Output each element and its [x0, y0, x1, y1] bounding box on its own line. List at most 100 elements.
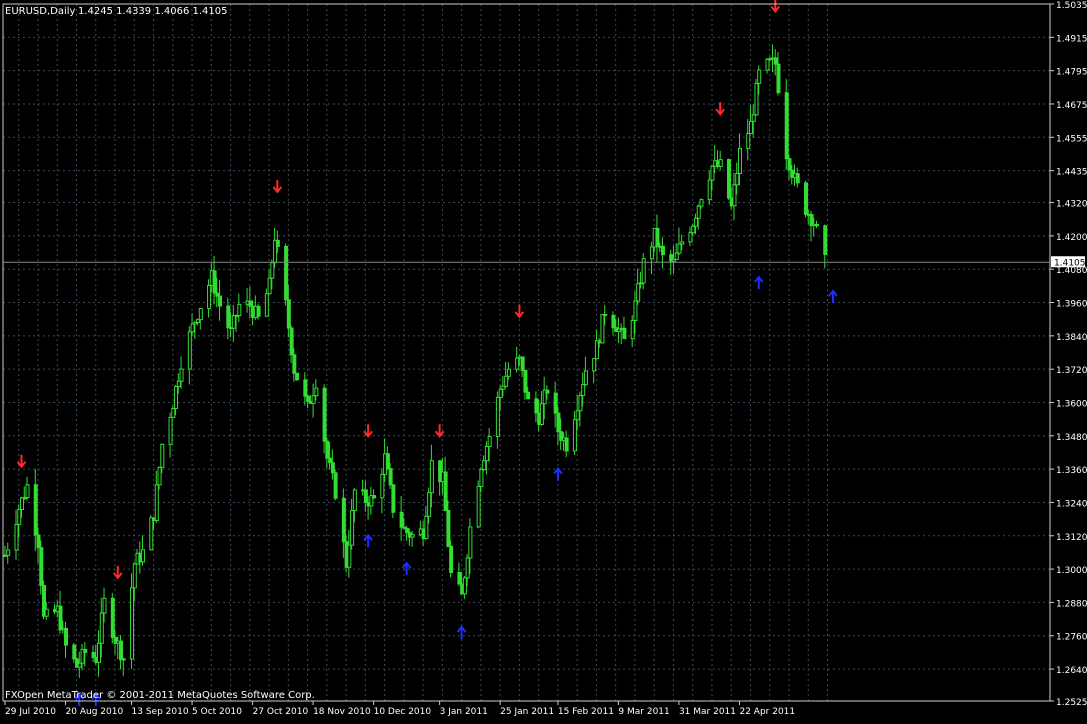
- y-tick-label: 1.3240: [1056, 499, 1087, 509]
- candle-body: [77, 662, 82, 668]
- candle-body: [218, 295, 223, 307]
- candle-body: [410, 534, 415, 538]
- candle-body: [347, 544, 352, 568]
- candle-body: [39, 547, 44, 586]
- candle-body: [592, 358, 597, 372]
- candle-body: [328, 457, 333, 464]
- candle-body: [264, 293, 269, 317]
- candle-body: [187, 331, 192, 370]
- candle-body: [506, 368, 511, 377]
- candle-body: [322, 387, 327, 442]
- candle-body: [231, 315, 236, 329]
- candle-body: [314, 387, 319, 397]
- candle-body: [311, 395, 316, 404]
- candle-body: [575, 410, 580, 421]
- candle-body: [341, 497, 346, 543]
- candle-body: [465, 557, 470, 579]
- candle-body: [539, 403, 544, 425]
- candle-body: [289, 327, 294, 356]
- candle-body: [784, 92, 789, 160]
- candle-body: [487, 435, 492, 448]
- candle-body: [275, 239, 280, 247]
- candle-body: [17, 508, 22, 525]
- candle-body: [168, 416, 173, 445]
- candle-body: [583, 370, 588, 386]
- candle-body: [603, 314, 608, 317]
- y-tick-label: 1.3000: [1056, 566, 1087, 576]
- candle-body: [572, 419, 577, 452]
- candle-body: [306, 395, 311, 402]
- candle-body: [119, 640, 124, 661]
- y-tick-label: 1.3960: [1056, 300, 1087, 310]
- y-tick-label: 1.2760: [1056, 633, 1087, 643]
- copyright-text: FXOpen MetaTrader © 2001-2011 MetaQuotes…: [5, 690, 315, 701]
- y-tick-label: 1.4795: [1056, 68, 1087, 78]
- candle-body: [765, 58, 770, 71]
- y-tick-label: 1.3720: [1056, 366, 1087, 376]
- chart-window[interactable]: 1.4105 1.5035 1.4915 1.4795 1.4675 1.4555 1.4…: [0, 0, 1087, 720]
- x-tick-label: 13 Sep 2010: [132, 707, 189, 717]
- x-tick-label: 10 Dec 2010: [374, 707, 432, 717]
- candle-body: [611, 314, 616, 329]
- x-tick-label: 20 Aug 2010: [66, 707, 124, 717]
- candle-body: [600, 314, 605, 344]
- candle-body: [795, 173, 800, 184]
- candle-body: [207, 284, 212, 310]
- candle-body: [33, 484, 38, 536]
- candle-body: [179, 368, 184, 382]
- candle-body: [237, 303, 242, 317]
- candle-body: [286, 299, 291, 329]
- candle-body: [693, 217, 698, 227]
- candle-body: [157, 466, 162, 486]
- candle-body: [520, 356, 525, 371]
- candle-body: [545, 389, 550, 394]
- candle-body: [504, 375, 509, 387]
- y-tick-label: 1.4555: [1056, 134, 1087, 144]
- x-tick-label: 5 Oct 2010: [192, 707, 242, 717]
- y-tick-label: 1.2640: [1056, 666, 1087, 676]
- down-arrow-icon: [113, 565, 123, 580]
- candle-body: [174, 386, 179, 410]
- candle-body: [399, 511, 404, 528]
- candle-body: [732, 184, 737, 207]
- x-tick-label: 9 Mar 2011: [618, 707, 669, 717]
- candle-body: [110, 597, 115, 638]
- candle-body: [97, 642, 102, 663]
- candle-body: [14, 523, 19, 551]
- candle-body: [526, 391, 531, 400]
- candle-body: [757, 69, 762, 84]
- candle-body: [773, 57, 778, 65]
- candle-body: [83, 648, 88, 653]
- candle-body: [748, 120, 753, 134]
- y-tick-label: 1.3360: [1056, 466, 1087, 476]
- candle-body: [578, 395, 583, 412]
- candle-body: [102, 597, 107, 614]
- candle-body: [44, 608, 49, 617]
- candle-body: [776, 63, 781, 94]
- y-tick-label: 1.2525: [1056, 698, 1087, 708]
- price-chart[interactable]: 1.4105 1.5035 1.4915 1.4795 1.4675 1.4555 1.4…: [0, 0, 1087, 720]
- y-tick-label: 1.4320: [1056, 200, 1087, 210]
- candle-body: [388, 468, 393, 486]
- y-tick-label: 1.3480: [1056, 433, 1087, 443]
- candle-body: [198, 308, 203, 321]
- candle-body: [556, 412, 561, 433]
- x-tick-label: 3 Jan 2011: [440, 707, 488, 717]
- candle-body: [226, 305, 231, 329]
- candle-body: [372, 495, 377, 499]
- candle-body: [534, 398, 539, 414]
- y-tick-label: 1.2880: [1056, 599, 1087, 609]
- candle-body: [160, 443, 165, 468]
- down-arrow-icon: [272, 179, 283, 194]
- candle-body: [64, 627, 69, 646]
- current-price: 1.4105: [3, 256, 1086, 268]
- candle-body: [91, 651, 96, 658]
- candle-body: [691, 225, 696, 234]
- x-tick-label: 27 Oct 2010: [253, 707, 309, 717]
- candle-body: [256, 305, 261, 317]
- candle-body: [630, 319, 635, 340]
- y-tick-label: 1.4435: [1056, 168, 1087, 178]
- candle-body: [427, 492, 432, 517]
- candle-body: [380, 473, 385, 499]
- axes: 1.5035 1.4915 1.4795 1.4675 1.4555 1.4435 1.43…: [2, 1, 1087, 717]
